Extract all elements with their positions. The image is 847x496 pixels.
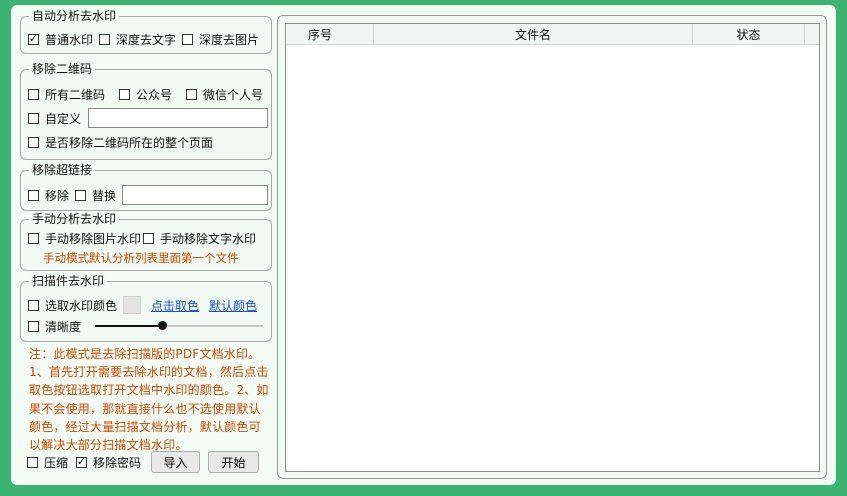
qr-whole-page-checkbox[interactable]: [28, 136, 39, 148]
replace-link-checkbox[interactable]: [75, 189, 87, 201]
official-account-label: 公众号: [136, 87, 173, 102]
auto-watermark-group: 自动分析去水印 普通水印 深度去文字 深度去图片: [20, 8, 272, 54]
remove-password-checkbox[interactable]: [76, 456, 88, 468]
deep-image-checkbox[interactable]: [182, 33, 194, 45]
manual-image-label: 手动移除图片水印: [45, 231, 142, 246]
manual-hint: 手动模式默认分析列表里面第一个文件: [43, 251, 239, 265]
scan-watermark-group: 扫描件去水印 选取水印颜色 点击取色 默认颜色 清晰度: [20, 273, 272, 342]
normal-watermark-checkbox[interactable]: [28, 33, 39, 45]
pick-color-label: 选取水印颜色: [45, 298, 118, 313]
qr-code-title: 移除二维码: [29, 61, 96, 77]
replace-link-label: 替换: [92, 188, 117, 203]
default-color-link[interactable]: 默认颜色: [209, 297, 257, 314]
wechat-personal-checkbox[interactable]: [186, 88, 198, 100]
qr-custom-label: 自定义: [45, 111, 82, 126]
auto-watermark-options: 普通水印 深度去文字 深度去图片: [28, 30, 265, 48]
deep-text-label: 深度去文字: [116, 32, 177, 47]
manual-image-checkbox[interactable]: [28, 232, 39, 244]
file-list-header: 序号 文件名 状态: [286, 24, 819, 45]
column-header-filename[interactable]: 文件名: [374, 24, 693, 44]
clarity-label: 清晰度: [45, 319, 82, 334]
deep-text-checkbox[interactable]: [99, 33, 111, 45]
manual-watermark-group: 手动分析去水印 手动移除图片水印 手动移除文字水印 手动模式默认分析列表里面第一…: [20, 211, 272, 271]
remove-link-checkbox[interactable]: [28, 189, 39, 201]
start-button[interactable]: 开始: [208, 451, 260, 473]
column-header-index[interactable]: 序号: [286, 24, 374, 44]
qr-custom-row: 自定义: [28, 108, 269, 128]
qr-whole-page-row: 是否移除二维码所在的整个页面: [28, 133, 219, 151]
deep-image-label: 深度去图片: [199, 32, 260, 47]
column-header-status[interactable]: 状态: [693, 24, 805, 44]
file-list[interactable]: 序号 文件名 状态: [285, 23, 820, 472]
clarity-slider[interactable]: [95, 321, 264, 330]
manual-text-checkbox[interactable]: [143, 232, 155, 244]
column-header-filler: [805, 24, 819, 44]
qr-code-group: 移除二维码 所有二维码 公众号 微信个人号 自定义 是否移除二维码所在的整个页面: [20, 61, 272, 160]
normal-watermark-label: 普通水印: [45, 32, 94, 47]
main-window: 自动分析去水印 普通水印 深度去文字 深度去图片 移除二维码 所有二维码 公众号…: [11, 5, 836, 485]
compress-label: 压缩: [44, 455, 69, 470]
manual-text-label: 手动移除文字水印: [160, 231, 257, 246]
file-list-panel: 序号 文件名 状态: [277, 15, 827, 479]
hyperlink-row: 移除 替换: [28, 185, 269, 205]
color-swatch: [123, 296, 142, 314]
import-button[interactable]: 导入: [151, 451, 201, 473]
qr-options: 所有二维码 公众号 微信个人号: [28, 85, 269, 103]
click-pick-color-link[interactable]: 点击取色: [151, 297, 199, 314]
hyperlink-title: 移除超链接: [29, 162, 96, 178]
manual-watermark-title: 手动分析去水印: [29, 211, 120, 227]
clarity-slider-thumb[interactable]: [158, 321, 168, 330]
clarity-row: 清晰度: [28, 317, 264, 335]
scan-color-row: 选取水印颜色 点击取色 默认颜色: [28, 296, 257, 314]
pick-color-checkbox[interactable]: [28, 299, 39, 311]
clarity-slider-fill: [95, 325, 163, 327]
remove-link-label: 移除: [45, 188, 70, 203]
all-qr-label: 所有二维码: [45, 87, 106, 102]
replace-link-input[interactable]: [122, 185, 269, 205]
bottom-controls: 压缩 移除密码 导入 开始: [27, 451, 260, 473]
manual-options: 手动移除图片水印 手动移除文字水印: [28, 229, 262, 247]
hyperlink-group: 移除超链接 移除 替换: [20, 162, 272, 211]
auto-watermark-title: 自动分析去水印: [29, 8, 120, 24]
official-account-checkbox[interactable]: [119, 88, 131, 100]
qr-custom-input[interactable]: [88, 108, 269, 128]
compress-checkbox[interactable]: [27, 456, 38, 468]
scan-mode-note: 注：此模式是去除扫描版的PDF文档水印。1、首先打开需要去除水印的文档，然后点击…: [29, 347, 269, 453]
remove-password-label: 移除密码: [93, 455, 142, 470]
clarity-checkbox[interactable]: [28, 320, 39, 332]
scan-watermark-title: 扫描件去水印: [29, 273, 108, 289]
qr-custom-checkbox[interactable]: [28, 112, 39, 124]
all-qr-checkbox[interactable]: [28, 88, 39, 100]
qr-whole-page-label: 是否移除二维码所在的整个页面: [45, 135, 214, 150]
wechat-personal-label: 微信个人号: [203, 87, 264, 102]
